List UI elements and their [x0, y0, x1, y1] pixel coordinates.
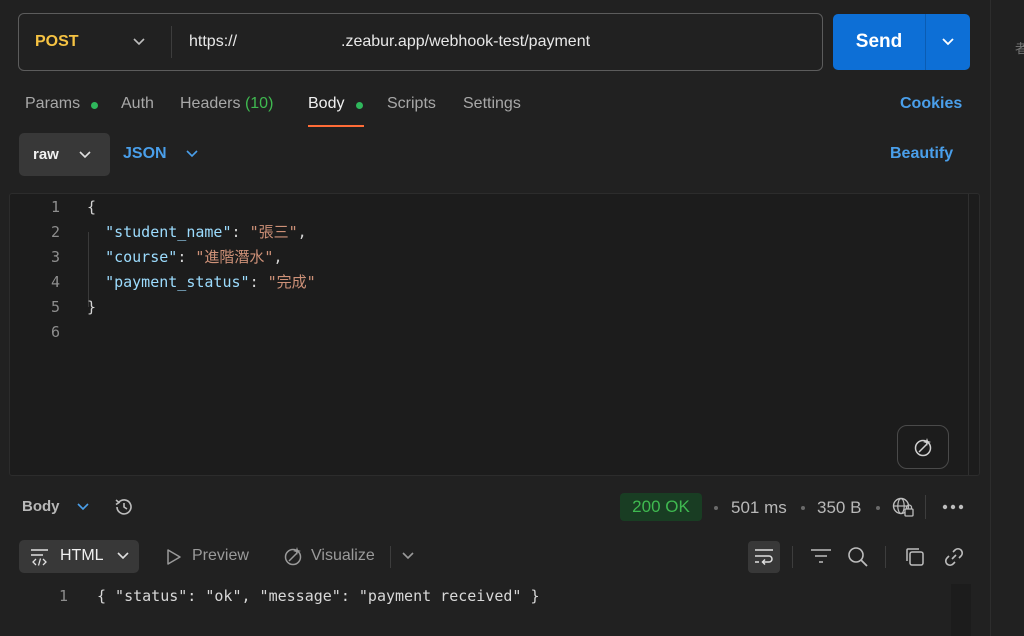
chevron-down-icon[interactable] — [132, 36, 146, 48]
preview-button[interactable]: Preview — [192, 547, 249, 565]
tab-scripts[interactable]: Scripts — [387, 95, 436, 113]
history-icon[interactable] — [113, 496, 135, 518]
copy-icon[interactable] — [904, 546, 926, 568]
separator-dot — [876, 506, 880, 510]
filter-icon[interactable] — [810, 546, 832, 566]
status-badge: 200 OK — [620, 493, 702, 521]
chevron-down-icon[interactable] — [185, 148, 199, 160]
send-button-group: Send — [833, 14, 970, 70]
response-section-label[interactable]: Body — [22, 498, 60, 515]
send-button[interactable]: Send — [833, 14, 925, 70]
wrap-lines-button[interactable] — [748, 541, 780, 573]
clipped-sidebar-text: 者 — [1015, 41, 1024, 56]
chevron-down-icon[interactable] — [76, 501, 90, 513]
tab-headers[interactable]: Headers (10) — [180, 95, 273, 113]
response-code-line: 1 { "status": "ok", "message": "payment r… — [0, 584, 540, 609]
cookies-link[interactable]: Cookies — [900, 95, 962, 113]
body-mode-label: raw — [33, 146, 59, 163]
code-line: 2 "student_name": "張三", — [50, 223, 307, 241]
url-input-scheme[interactable]: https:// — [189, 33, 237, 51]
ai-assist-button[interactable] — [897, 425, 949, 469]
code-line: 3 "course": "進階潛水", — [50, 248, 283, 266]
tab-params[interactable]: Params — [25, 95, 80, 113]
url-bar: POST https:// .zeabur.app/webhook-test/p… — [18, 13, 823, 71]
body-language-dropdown[interactable]: JSON — [123, 145, 167, 163]
beautify-button[interactable]: Beautify — [890, 145, 953, 163]
search-icon[interactable] — [847, 546, 869, 568]
url-input-path[interactable]: .zeabur.app/webhook-test/payment — [341, 33, 590, 51]
play-icon[interactable] — [166, 548, 182, 566]
response-line-number: 1 — [58, 587, 68, 605]
link-icon[interactable] — [943, 546, 965, 568]
more-icon[interactable] — [942, 503, 964, 511]
response-format-dropdown[interactable]: HTML — [19, 540, 139, 573]
send-options-chevron-icon[interactable] — [940, 35, 956, 49]
request-body-editor[interactable]: 1{ 2 "student_name": "張三", 3 "course": "… — [9, 193, 980, 476]
visualize-icon[interactable] — [282, 545, 304, 567]
status-code: 200 OK — [632, 497, 690, 516]
params-indicator-dot — [91, 102, 98, 109]
chevron-down-icon[interactable] — [401, 550, 415, 562]
code-line: 6 — [50, 323, 60, 341]
response-time[interactable]: 501 ms — [731, 498, 787, 518]
separator-dot — [714, 506, 718, 510]
ai-assist-icon — [912, 436, 934, 458]
response-size[interactable]: 350 B — [817, 498, 861, 518]
active-tab-underline — [308, 125, 364, 127]
divider — [390, 546, 391, 568]
body-mode-dropdown[interactable]: raw — [19, 133, 110, 176]
response-format-label: HTML — [60, 547, 104, 564]
tab-auth[interactable]: Auth — [121, 95, 154, 113]
divider — [792, 546, 793, 568]
code-lines-icon — [30, 547, 52, 567]
wrap-icon — [754, 548, 774, 566]
panel-border — [990, 0, 991, 636]
tab-headers-label: Headers — [180, 95, 241, 112]
visualize-button[interactable]: Visualize — [311, 547, 375, 565]
response-scrollbar-track — [951, 584, 971, 636]
code-line: 5} — [50, 298, 97, 316]
code-line: 1{ — [50, 198, 97, 216]
divider — [885, 546, 886, 568]
editor-scrollbar-track — [968, 194, 969, 475]
method-selector[interactable]: POST — [35, 33, 79, 51]
chevron-down-icon — [78, 149, 92, 161]
divider — [925, 495, 926, 519]
divider — [171, 26, 172, 58]
tab-settings[interactable]: Settings — [463, 95, 521, 113]
tab-body[interactable]: Body — [308, 95, 344, 113]
separator-dot — [801, 506, 805, 510]
divider — [925, 14, 926, 70]
body-indicator-dot — [356, 102, 363, 109]
chevron-down-icon — [116, 550, 130, 562]
headers-count: (10) — [244, 95, 274, 112]
response-content: { "status": "ok", "message": "payment re… — [97, 587, 540, 605]
code-line: 4 "payment_status": "完成" — [50, 273, 316, 291]
globe-lock-icon[interactable] — [891, 496, 915, 518]
